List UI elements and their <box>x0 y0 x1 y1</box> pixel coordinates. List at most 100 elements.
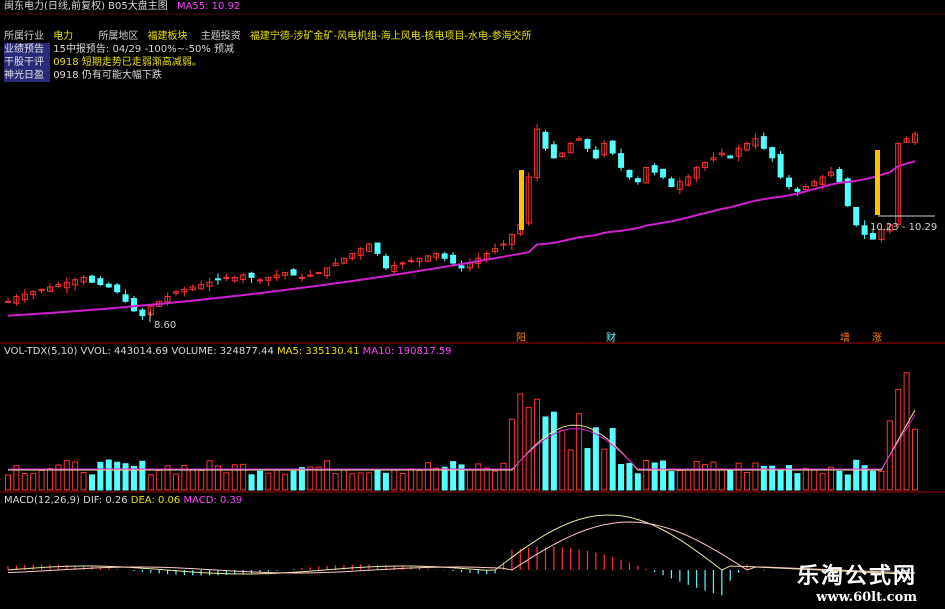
candle-body <box>298 276 305 279</box>
volume-bar <box>483 467 490 491</box>
candlestick-series <box>5 124 918 321</box>
dif-value: DIF: 0.26 <box>83 495 128 506</box>
candle-body <box>382 255 389 269</box>
volume-bar <box>366 472 373 491</box>
ma55-path <box>7 160 916 317</box>
volume-bar <box>340 469 347 491</box>
candle-body <box>786 177 793 188</box>
candle-body <box>769 147 776 159</box>
volume-bar <box>870 470 877 491</box>
volume-bar <box>550 411 557 491</box>
volume-bar <box>718 468 725 491</box>
volume-bar <box>298 467 305 491</box>
signal-bar <box>519 170 524 230</box>
range-price-label: 10.23 - 10.29 <box>870 222 938 233</box>
candle-body <box>441 253 448 259</box>
volume-bar <box>828 466 835 491</box>
marker-yang: 阳 <box>516 333 526 344</box>
volume-bar <box>374 469 381 491</box>
candle-body <box>651 165 658 173</box>
watermark: 乐淘公式网 www.60lt.com <box>797 558 917 605</box>
volume-bar <box>433 467 440 491</box>
volume-bar <box>256 470 263 491</box>
candle-body <box>450 254 457 264</box>
volume-bar <box>80 471 87 491</box>
dea-value: DEA: 0.06 <box>130 495 181 506</box>
volume-bar <box>542 416 549 491</box>
marker-zeng: 增 <box>840 333 850 344</box>
volume-bar <box>567 449 574 491</box>
macd-header: MACD(12,26,9) DIF: 0.26 DEA: 0.06 MACD: … <box>4 494 242 507</box>
volume-bar <box>609 428 616 491</box>
candle-body <box>777 154 784 178</box>
volume-bar <box>744 471 751 491</box>
volume-bar <box>349 473 356 491</box>
volume-bar <box>466 469 473 491</box>
candle-body <box>223 276 230 279</box>
volume-bar <box>508 418 515 491</box>
volume-bar <box>618 463 625 491</box>
low-price-label: 8.60 <box>154 320 177 331</box>
candle-body <box>584 138 591 149</box>
volume-bar <box>223 472 230 491</box>
vol-indicator-name: VOL-TDX(5,10) <box>4 346 78 357</box>
candle-body <box>618 153 625 168</box>
candle-body <box>660 168 667 178</box>
volume-bar <box>332 473 339 491</box>
volume-bar <box>72 461 79 491</box>
macd-series <box>7 514 916 596</box>
volume-bar <box>408 468 415 491</box>
candle-body <box>592 149 599 159</box>
volume-bar <box>777 469 784 491</box>
vol-ma5-value: MA5: 335130.41 <box>277 346 360 357</box>
volume-bar <box>88 474 95 491</box>
vvol-value: VVOL: 443014.69 <box>80 346 169 357</box>
dif-line <box>7 514 916 575</box>
candle-body <box>114 284 121 293</box>
volume-bar <box>727 468 734 491</box>
candle-body <box>315 272 322 275</box>
candle-body <box>626 169 633 178</box>
candle-body <box>550 144 557 159</box>
volume-bar <box>248 474 255 491</box>
volume-bar <box>475 463 482 491</box>
candle-body <box>105 283 112 288</box>
volume-bar <box>668 471 675 491</box>
candle-body <box>668 178 675 188</box>
volume-bar <box>424 462 431 491</box>
volume-bar <box>811 468 818 491</box>
volume-bar <box>5 474 11 491</box>
volume-bar <box>592 427 599 491</box>
volume-bar <box>794 473 801 491</box>
volume-bar <box>21 473 28 491</box>
candle-body <box>130 298 137 312</box>
volume-bar <box>660 460 667 491</box>
volume-bar <box>651 462 658 491</box>
volume-bar <box>693 460 700 491</box>
volume-bar <box>315 466 322 491</box>
stock-chart[interactable] <box>0 0 945 609</box>
volume-bar <box>399 472 406 491</box>
volume-bar <box>139 460 146 491</box>
volume-bar <box>290 470 297 491</box>
volume-bar <box>38 469 45 491</box>
volume-bar <box>735 462 742 491</box>
candle-body <box>408 260 415 263</box>
candle-body <box>870 233 877 240</box>
candle-body <box>542 131 549 149</box>
volume-bar <box>198 470 205 491</box>
candle-body <box>97 278 104 286</box>
dea-line <box>7 521 916 574</box>
candle-body <box>727 155 734 159</box>
volume-bar <box>853 459 860 491</box>
marker-cai: 财 <box>606 333 616 344</box>
volume-bar <box>685 468 692 491</box>
watermark-site-name: 乐淘公式网 <box>796 564 917 589</box>
volume-bar <box>878 470 885 491</box>
volume-bar <box>525 406 532 491</box>
volume-bar <box>240 463 247 491</box>
volume-bar <box>802 467 809 491</box>
volume-bar <box>643 460 650 491</box>
candle-body <box>88 275 95 283</box>
volume-bar <box>46 468 53 491</box>
